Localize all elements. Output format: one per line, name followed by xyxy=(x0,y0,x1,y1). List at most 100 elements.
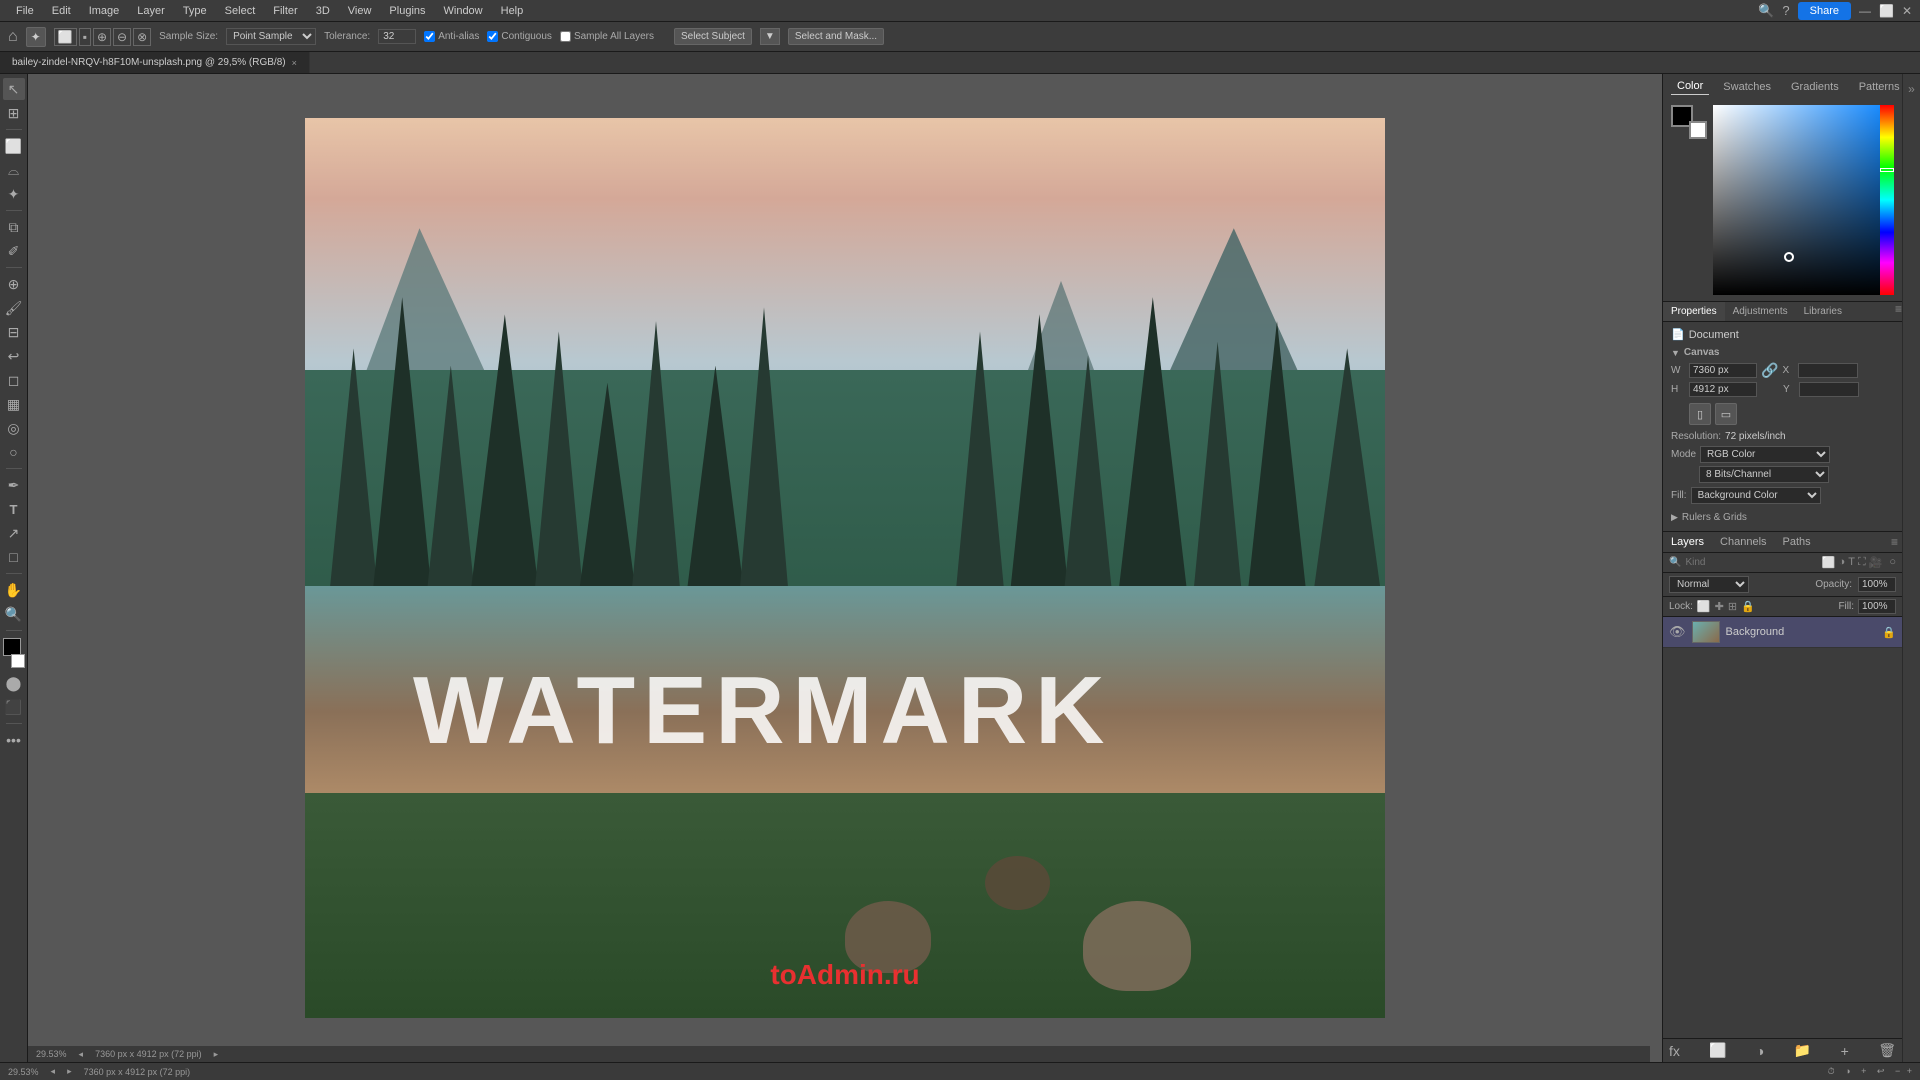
more-tools[interactable]: ••• xyxy=(3,729,25,751)
menu-3d[interactable]: 3D xyxy=(308,3,338,19)
add-adjustment-button[interactable]: ◑ xyxy=(1756,1043,1764,1059)
magic-wand-toolbar[interactable]: ✦ xyxy=(3,183,25,205)
lock-pixels-icon[interactable]: ⬜ xyxy=(1697,600,1711,613)
adjustment-icon[interactable]: ◑ xyxy=(1845,1066,1850,1076)
pen-tool[interactable]: ✒ xyxy=(3,474,25,496)
quick-mask-tool[interactable]: ⬤ xyxy=(3,672,25,694)
sample-all-option[interactable]: Sample All Layers xyxy=(560,31,654,42)
filter-shape-icon[interactable]: ⛶ xyxy=(1858,556,1866,569)
magic-wand-tool[interactable]: ✦ xyxy=(26,27,46,47)
minimize-icon[interactable]: — xyxy=(1859,4,1871,18)
screen-mode-tool[interactable]: ⬛ xyxy=(3,696,25,718)
link-wh-icon[interactable]: 🔗 xyxy=(1761,362,1778,379)
hand-tool[interactable]: ✋ xyxy=(3,579,25,601)
layer-visibility-toggle[interactable]: 👁 xyxy=(1669,624,1686,640)
background-color[interactable] xyxy=(1689,121,1707,139)
y-input[interactable] xyxy=(1799,382,1859,397)
fill-input[interactable] xyxy=(1858,599,1896,614)
width-input[interactable] xyxy=(1689,363,1757,378)
history-status-icon[interactable]: ↩ xyxy=(1877,1066,1885,1076)
menu-edit[interactable]: Edit xyxy=(44,3,79,19)
menu-help[interactable]: Help xyxy=(493,3,532,19)
brush-tool[interactable]: 🖌 xyxy=(3,297,25,319)
artboard-tool[interactable]: ⊞ xyxy=(3,102,25,124)
status-nav-right[interactable]: ▸ xyxy=(67,1066,72,1077)
color-spectrum[interactable] xyxy=(1713,105,1894,295)
add-mask-button[interactable]: ⬜ xyxy=(1709,1042,1726,1059)
menu-layer[interactable]: Layer xyxy=(129,3,173,19)
stamp-tool[interactable]: ⊟ xyxy=(3,321,25,343)
height-input[interactable] xyxy=(1689,382,1757,397)
share-button[interactable]: Share xyxy=(1798,2,1851,20)
blur-tool[interactable]: ◎ xyxy=(3,417,25,439)
search-icon[interactable]: 🔍 xyxy=(1758,3,1774,19)
history-brush[interactable]: ↩ xyxy=(3,345,25,367)
depth-select[interactable]: 8 Bits/Channel xyxy=(1699,466,1829,483)
menu-select[interactable]: Select xyxy=(217,3,264,19)
delete-layer-button[interactable]: 🗑 xyxy=(1878,1042,1896,1059)
sample-size-select[interactable]: Point Sample xyxy=(226,28,316,45)
menu-image[interactable]: Image xyxy=(81,3,128,19)
anti-alias-option[interactable]: Anti-alias xyxy=(424,31,479,42)
canvas-section-header[interactable]: ▼ Canvas xyxy=(1671,347,1894,358)
opacity-input[interactable] xyxy=(1858,577,1896,592)
rulers-grids-section[interactable]: ▶ Rulers & Grids xyxy=(1671,510,1894,525)
hue-strip[interactable] xyxy=(1880,105,1894,295)
menu-file[interactable]: File xyxy=(8,3,42,19)
properties-tab[interactable]: Properties xyxy=(1663,302,1725,321)
swatches-tab[interactable]: Swatches xyxy=(1717,79,1777,95)
blend-mode-select[interactable]: Normal xyxy=(1669,576,1749,593)
marquee-tool[interactable]: ⬜ xyxy=(3,135,25,157)
intersect-icon[interactable]: ⊗ xyxy=(133,28,151,46)
select-subject-button[interactable]: Select Subject xyxy=(674,28,752,45)
rect-select2-icon[interactable]: ▪ xyxy=(79,28,91,46)
channels-tab[interactable]: Channels xyxy=(1712,532,1774,552)
gradients-tab[interactable]: Gradients xyxy=(1785,79,1845,95)
shape-tool[interactable]: □ xyxy=(3,546,25,568)
zoom-out-status-icon[interactable]: − xyxy=(1895,1066,1900,1076)
canvas-area[interactable]: WATERMARK toAdmin.ru 29.53% ◂ 7360 px x … xyxy=(28,74,1662,1062)
restore-icon[interactable]: ⬜ xyxy=(1879,4,1894,18)
menu-view[interactable]: View xyxy=(340,3,380,19)
heal-tool[interactable]: ⊕ xyxy=(3,273,25,295)
lasso-tool[interactable]: ⌓ xyxy=(3,159,25,181)
filter-adjust-icon[interactable]: ◑ xyxy=(1839,556,1846,569)
contiguous-checkbox[interactable] xyxy=(487,31,498,42)
zoom-in-status-icon[interactable]: + xyxy=(1907,1066,1912,1076)
color-tab[interactable]: Color xyxy=(1671,78,1709,95)
lock-all-icon[interactable]: 🔒 xyxy=(1741,600,1755,613)
status-nav-left[interactable]: ◂ xyxy=(51,1066,56,1077)
filter-toggle[interactable]: ○ xyxy=(1889,556,1896,569)
portrait-icon[interactable]: ▯ xyxy=(1689,403,1711,425)
select-mask-button[interactable]: Select and Mask... xyxy=(788,28,884,45)
background-layer[interactable]: 👁 Background 🔒 xyxy=(1663,617,1902,648)
add-icon[interactable]: ⊕ xyxy=(93,28,111,46)
libraries-tab[interactable]: Libraries xyxy=(1796,302,1850,321)
mode-select[interactable]: RGB Color xyxy=(1700,446,1830,463)
help-icon[interactable]: ? xyxy=(1782,3,1789,18)
close-icon[interactable]: ✕ xyxy=(1902,4,1912,18)
lock-artboard-icon[interactable]: ⊞ xyxy=(1728,600,1737,613)
dodge-tool[interactable]: ○ xyxy=(3,441,25,463)
eyedropper-tool[interactable]: ✐ xyxy=(3,240,25,262)
landscape-icon[interactable]: ▭ xyxy=(1715,403,1737,425)
timeline-icon[interactable]: ⏱ xyxy=(1828,1066,1835,1076)
subtract-icon[interactable]: ⊖ xyxy=(113,28,131,46)
gradient-tool[interactable]: ▦ xyxy=(3,393,25,415)
tolerance-input[interactable] xyxy=(378,29,416,44)
tool-home-icon[interactable]: ⌂ xyxy=(8,28,18,46)
eraser-tool[interactable]: ◻ xyxy=(3,369,25,391)
menu-filter[interactable]: Filter xyxy=(265,3,305,19)
color-swatches[interactable] xyxy=(0,638,28,668)
filter-smart-icon[interactable]: 🎥 xyxy=(1869,556,1883,569)
patterns-tab[interactable]: Patterns xyxy=(1853,79,1902,95)
layers-panel-collapse[interactable]: ≡ xyxy=(1891,535,1898,549)
menu-type[interactable]: Type xyxy=(175,3,215,19)
add-layer-button[interactable]: + xyxy=(1841,1043,1849,1059)
fill-select[interactable]: Background Color xyxy=(1691,487,1821,504)
tab-close-button[interactable]: × xyxy=(292,58,297,68)
arrow-left-icon[interactable]: ◂ xyxy=(79,1049,84,1060)
menu-window[interactable]: Window xyxy=(436,3,491,19)
layers-tab[interactable]: Layers xyxy=(1663,532,1712,552)
zoom-tool[interactable]: 🔍 xyxy=(3,603,25,625)
